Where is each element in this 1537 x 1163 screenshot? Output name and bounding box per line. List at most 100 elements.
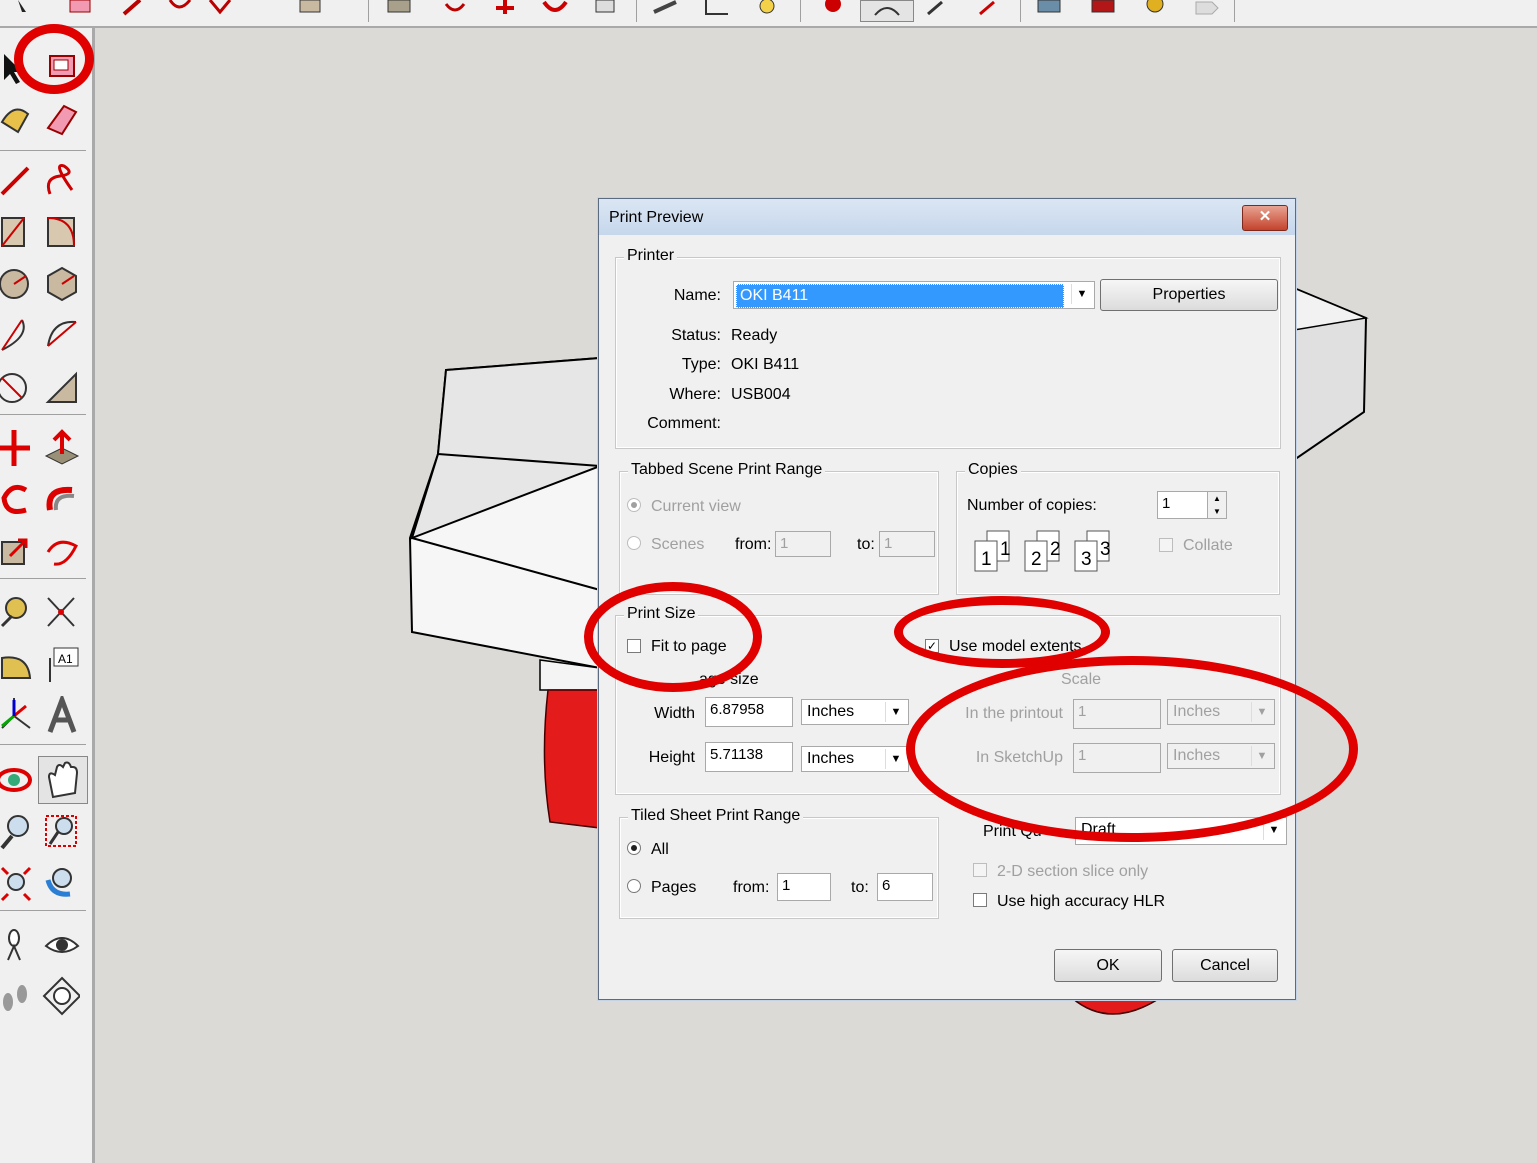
in-printout-unit-select[interactable]: Inches ▼	[1167, 699, 1275, 725]
orbit-icon[interactable]	[0, 760, 38, 800]
follow-me-icon[interactable]	[540, 0, 570, 20]
walk-icon[interactable]	[0, 976, 38, 1016]
eraser-icon[interactable]	[64, 0, 94, 20]
freehand-icon[interactable]	[164, 0, 194, 20]
width-unit-select[interactable]: Inches ▼	[801, 699, 909, 725]
tiled-range-group: Tiled Sheet Print Range	[619, 807, 939, 919]
all-pages-radio[interactable]	[627, 841, 641, 855]
pan-icon[interactable]	[860, 0, 914, 22]
forward-icon[interactable]	[1192, 0, 1222, 20]
stepper-down-icon[interactable]: ▼	[1207, 505, 1226, 518]
paint-bucket-icon[interactable]	[0, 98, 38, 138]
use-model-extents-checkbox[interactable]: ✓	[925, 639, 939, 653]
pie-2-icon[interactable]	[42, 368, 80, 408]
zoom-icon[interactable]	[0, 812, 38, 852]
fit-to-page-checkbox[interactable]	[627, 639, 641, 653]
current-view-radio[interactable]	[627, 498, 641, 512]
print-quality-value: Draft	[1081, 821, 1116, 838]
print-quality-select[interactable]: Draft ▼	[1075, 817, 1287, 845]
pie-icon[interactable]	[42, 316, 80, 356]
height-unit-select[interactable]: Inches ▼	[801, 746, 909, 772]
comment-label: Comment:	[647, 415, 721, 432]
rotated-rectangle-icon[interactable]	[42, 212, 80, 252]
eraser-icon[interactable]	[42, 98, 80, 138]
scale-icon[interactable]	[0, 532, 38, 572]
scale-icon[interactable]	[590, 0, 620, 20]
ok-button[interactable]: OK	[1054, 949, 1162, 982]
arc-2-icon[interactable]	[0, 368, 38, 408]
printer-name-select[interactable]: OKI B411 ▼	[733, 281, 1095, 309]
move-icon[interactable]	[0, 428, 38, 468]
scene-from-input[interactable]: 1	[775, 531, 831, 557]
page-range-radio[interactable]	[627, 879, 641, 893]
height-input[interactable]: 5.71138	[705, 742, 793, 772]
look-around-icon[interactable]	[42, 924, 80, 964]
circle-icon[interactable]	[0, 264, 38, 304]
stepper-up-icon[interactable]: ▲	[1207, 492, 1226, 506]
tiled-to-input[interactable]: 6	[877, 873, 933, 901]
scenes-radio[interactable]	[627, 536, 641, 550]
orbit-icon[interactable]	[818, 0, 848, 20]
section-slice-checkbox[interactable]	[973, 863, 987, 877]
print-preview-dialog: Print Preview ✕ Printer Name: OKI B411 ▼…	[598, 198, 1296, 1000]
zoom-window-icon[interactable]	[972, 0, 1002, 20]
polygon-icon[interactable]	[42, 264, 80, 304]
tiled-from-input[interactable]: 1	[777, 873, 831, 901]
page-range-label: Pages	[651, 879, 697, 896]
zoom-window-icon[interactable]	[42, 812, 80, 852]
where-label: Where:	[669, 386, 721, 403]
arc-icon[interactable]	[206, 0, 236, 20]
section-slice-label: 2-D section slice only	[997, 863, 1149, 880]
select-icon[interactable]	[0, 48, 38, 88]
print-preview-icon[interactable]	[42, 46, 80, 86]
in-sketchup-unit-select[interactable]: Inches ▼	[1167, 743, 1275, 769]
in-sketchup-input[interactable]: 1	[1073, 743, 1161, 773]
push-pull-icon[interactable]	[42, 428, 80, 468]
properties-button[interactable]: Properties	[1100, 279, 1278, 311]
3d-text-icon[interactable]	[42, 692, 80, 736]
page-back-label-3: 3	[1100, 539, 1111, 560]
text-icon[interactable]	[752, 0, 782, 20]
pencil-icon[interactable]	[0, 160, 38, 200]
high-accuracy-hlr-checkbox[interactable]	[973, 893, 987, 907]
push-pull-icon[interactable]	[384, 0, 414, 20]
tape-measure-icon[interactable]	[0, 592, 38, 632]
add-location-icon[interactable]	[1034, 0, 1064, 20]
pencil-icon[interactable]	[118, 0, 148, 20]
rotate-icon[interactable]	[440, 0, 470, 20]
tape-measure-icon[interactable]	[650, 0, 680, 20]
freehand-icon[interactable]	[42, 160, 80, 200]
pan-icon[interactable]	[38, 756, 88, 804]
rectangle-icon[interactable]	[296, 0, 326, 20]
in-printout-input[interactable]: 1	[1073, 699, 1161, 729]
previous-view-icon[interactable]	[42, 864, 80, 904]
dimension-icon[interactable]	[702, 0, 732, 20]
share-model-icon[interactable]	[1140, 0, 1170, 20]
collate-checkbox[interactable]	[1159, 538, 1173, 552]
scene-to-input[interactable]: 1	[879, 531, 935, 557]
axes-icon[interactable]	[0, 696, 38, 736]
zoom-icon[interactable]	[920, 0, 950, 20]
cancel-button[interactable]: Cancel	[1172, 949, 1278, 982]
text-icon[interactable]: A1	[42, 644, 80, 684]
offset-icon[interactable]	[42, 532, 80, 572]
fit-to-page-label: Fit to page	[651, 638, 727, 655]
rotate-icon[interactable]	[0, 480, 38, 520]
section-plane-icon[interactable]	[42, 976, 82, 1016]
dimension-icon[interactable]	[42, 592, 80, 632]
zoom-extents-icon[interactable]	[0, 864, 38, 904]
scenes-label: Scenes	[651, 536, 705, 553]
protractor-icon[interactable]	[0, 644, 38, 684]
follow-me-icon[interactable]	[42, 480, 80, 520]
close-button[interactable]: ✕	[1242, 205, 1288, 231]
rectangle-icon[interactable]	[0, 212, 38, 252]
select-icon[interactable]	[8, 0, 38, 20]
height-unit-value: Inches	[807, 750, 855, 767]
dialog-titlebar[interactable]: Print Preview ✕	[599, 199, 1295, 235]
position-camera-icon[interactable]	[0, 924, 38, 964]
arc-icon[interactable]	[0, 316, 38, 356]
get-models-icon[interactable]	[1088, 0, 1118, 20]
copies-stepper[interactable]: 1 ▲ ▼	[1157, 491, 1227, 519]
move-icon[interactable]	[490, 0, 520, 20]
width-input[interactable]: 6.87958	[705, 697, 793, 727]
